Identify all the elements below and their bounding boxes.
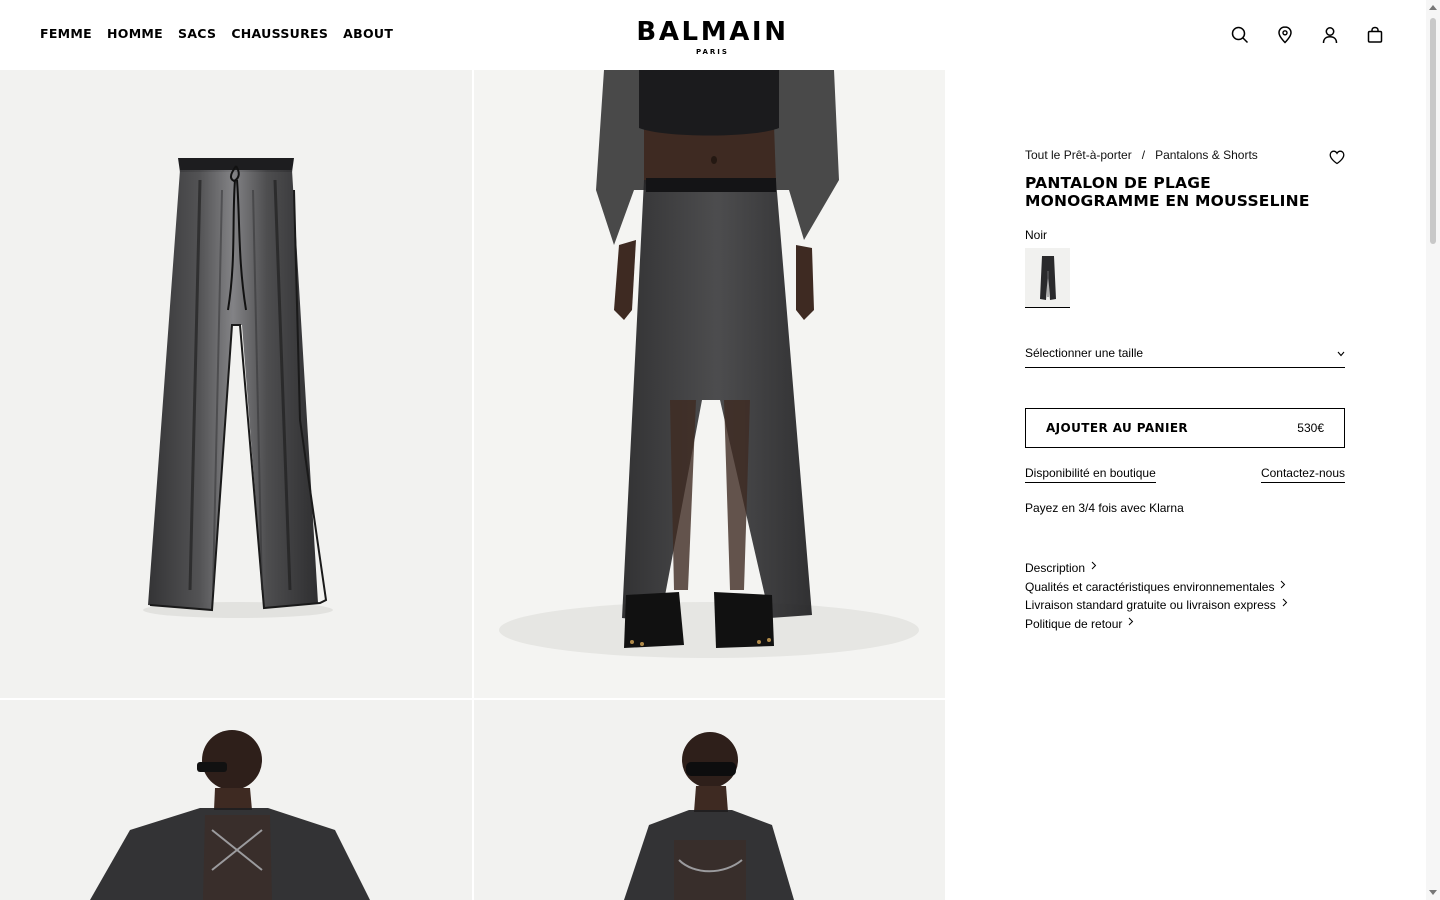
search-icon[interactable]: [1230, 25, 1250, 45]
nav-homme[interactable]: HOMME: [107, 26, 163, 41]
store-availability-link[interactable]: Disponibilité en boutique: [1025, 466, 1156, 483]
main-nav: FEMME HOMME SACS CHAUSSURES ABOUT: [40, 26, 408, 41]
info-description[interactable]: Description: [1025, 559, 1345, 578]
add-to-cart-label: AJOUTER AU PANIER: [1046, 421, 1189, 435]
logo-brand: BALMAIN: [636, 17, 789, 47]
info-environmental-label: Qualités et caractéristiques environneme…: [1025, 579, 1275, 594]
product-title: PANTALON DE PLAGE MONOGRAMME EN MOUSSELI…: [1025, 174, 1310, 210]
chevron-right-icon: [1091, 559, 1097, 578]
logo-city: PARIS: [696, 48, 729, 56]
size-select-placeholder: Sélectionner une taille: [1025, 346, 1144, 360]
nav-about[interactable]: ABOUT: [343, 26, 393, 41]
info-returns-label: Politique de retour: [1025, 617, 1123, 632]
info-shipping-label: Livraison standard gratuite ou livraison…: [1025, 598, 1276, 613]
klarna-info: Payez en 3/4 fois avec Klarna: [1025, 501, 1184, 515]
store-links: Disponibilité en boutique Contactez-nous: [1025, 466, 1345, 483]
add-to-cart-button[interactable]: AJOUTER AU PANIER 530€: [1025, 408, 1345, 448]
breadcrumb-separator: /: [1141, 148, 1146, 162]
product-image-model-front[interactable]: [474, 70, 945, 698]
product-price: 530€: [1297, 421, 1324, 435]
product-image-flatlay[interactable]: [0, 70, 472, 698]
color-swatch-noir[interactable]: [1025, 248, 1070, 308]
user-icon[interactable]: [1320, 25, 1340, 45]
breadcrumb-item-pret-a-porter[interactable]: Tout le Prêt-à-porter: [1025, 148, 1132, 162]
nav-sacs[interactable]: SACS: [178, 26, 216, 41]
info-returns[interactable]: Politique de retour: [1025, 615, 1345, 634]
product-image-model-back[interactable]: [0, 700, 472, 900]
contact-link[interactable]: Contactez-nous: [1260, 466, 1345, 483]
product-image-model-detail[interactable]: [474, 700, 945, 900]
product-gallery: [0, 70, 945, 900]
info-shipping[interactable]: Livraison standard gratuite ou livraison…: [1025, 596, 1345, 615]
info-description-label: Description: [1025, 561, 1086, 575]
breadcrumb-item-pantalons[interactable]: Pantalons & Shorts: [1155, 148, 1258, 162]
chevron-right-icon: [1282, 596, 1288, 615]
heart-icon[interactable]: [1329, 150, 1345, 170]
scroll-up-arrow-icon[interactable]: [1429, 5, 1437, 10]
size-select[interactable]: Sélectionner une taille: [1025, 346, 1345, 368]
scroll-down-arrow-icon[interactable]: [1429, 890, 1437, 895]
chevron-down-icon: [1337, 346, 1345, 360]
header-actions: [1230, 25, 1410, 45]
site-header: FEMME HOMME SACS CHAUSSURES ABOUT BALMAI…: [0, 0, 1426, 70]
nav-femme[interactable]: FEMME: [40, 26, 92, 41]
info-environmental[interactable]: Qualités et caractéristiques environneme…: [1025, 578, 1345, 597]
chevron-right-icon: [1280, 578, 1286, 597]
product-info-list: Description Qualités et caractéristiques…: [1025, 559, 1345, 634]
product-info-panel: Tout le Prêt-à-porter / Pantalons & Shor…: [1025, 148, 1345, 634]
shopping-bag-icon[interactable]: [1365, 25, 1385, 45]
brand-logo[interactable]: BALMAIN PARIS: [636, 17, 789, 56]
breadcrumb: Tout le Prêt-à-porter / Pantalons & Shor…: [1025, 148, 1345, 162]
page-scrollbar[interactable]: [1426, 0, 1440, 900]
nav-chaussures[interactable]: CHAUSSURES: [231, 26, 328, 41]
scrollbar-thumb[interactable]: [1430, 18, 1436, 244]
chevron-right-icon: [1128, 615, 1134, 634]
color-name: Noir: [1025, 228, 1048, 242]
location-pin-icon[interactable]: [1275, 25, 1295, 45]
